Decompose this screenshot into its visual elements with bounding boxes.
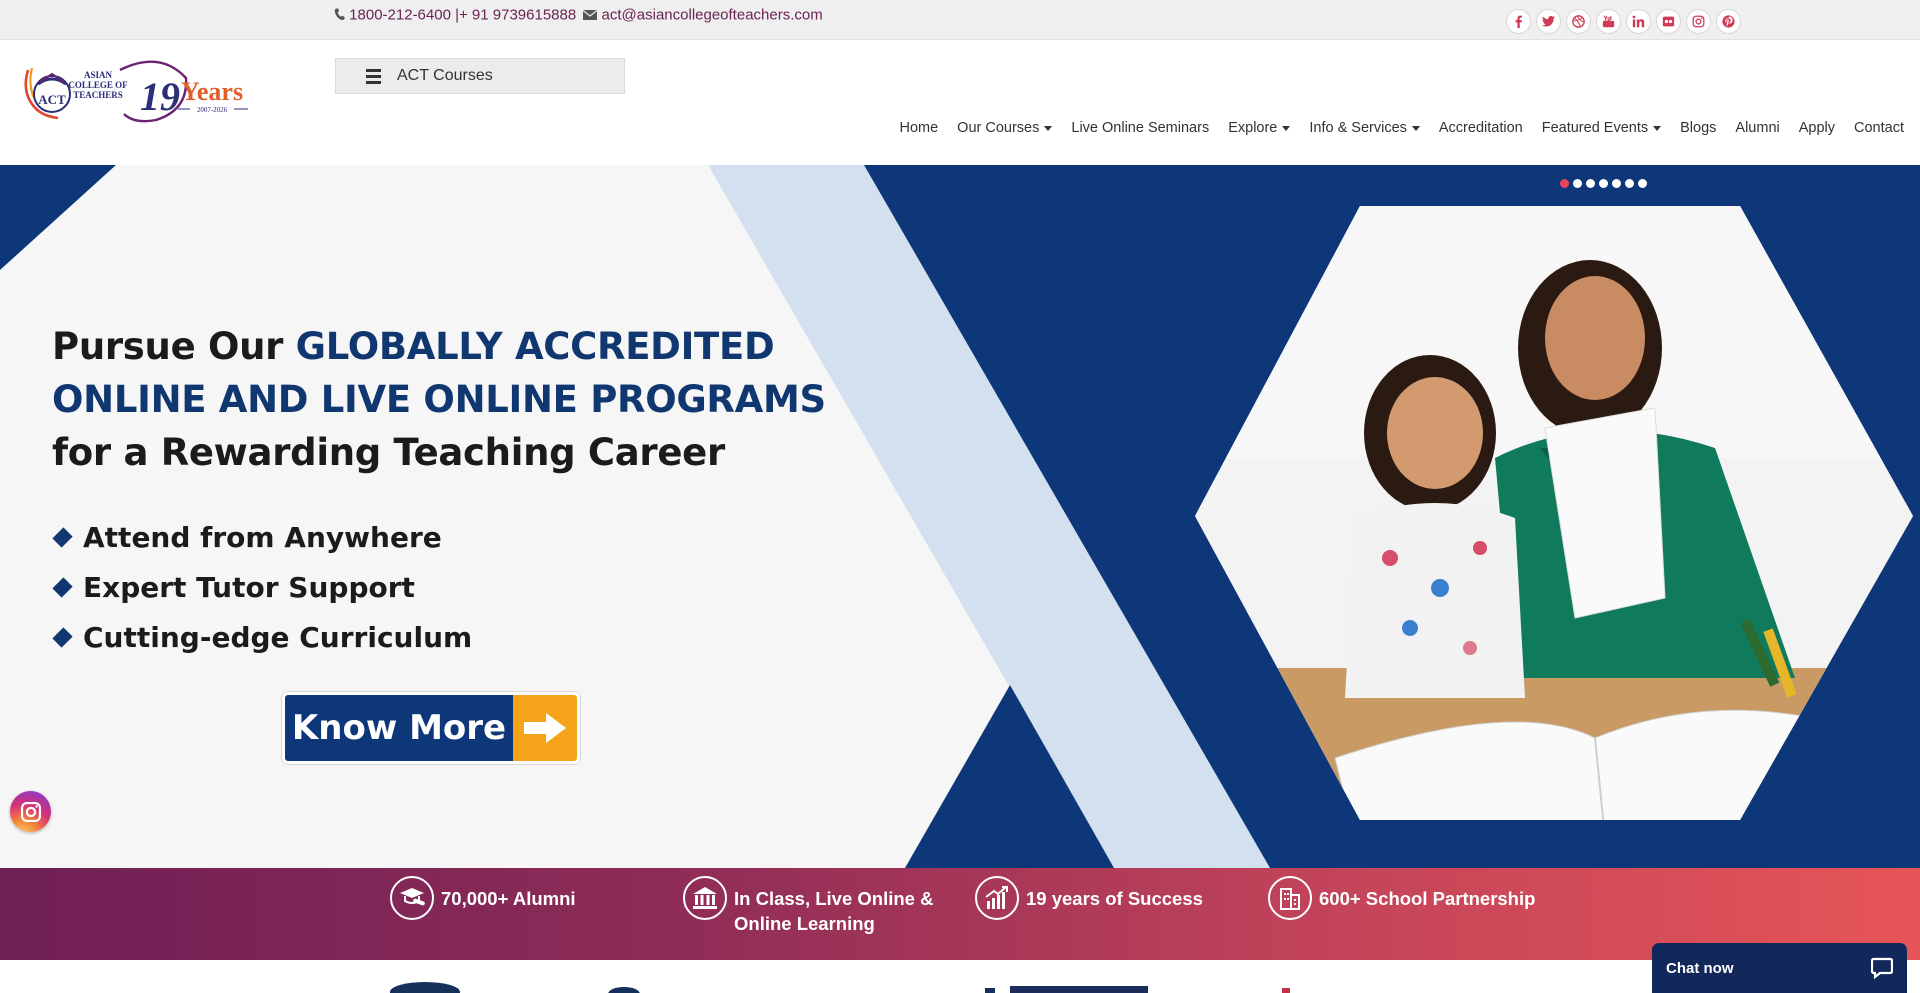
headline-highlight-2: ONLINE AND LIVE ONLINE PROGRAMS [52, 378, 826, 421]
instagram-float-icon[interactable] [10, 791, 51, 832]
caret-down-icon [1653, 125, 1662, 131]
slider-dot[interactable] [1586, 179, 1595, 188]
institution-icon [683, 876, 727, 920]
know-more-label: Know More [285, 695, 513, 761]
stat-label: 600+ School Partnership [1319, 888, 1536, 909]
nav-blogs[interactable]: Blogs [1680, 120, 1716, 136]
main-nav: Home Our Courses Live Online Seminars Ex… [899, 120, 1904, 136]
act-logo[interactable]: ACT ASIAN COLLEGE OF TEACHERS 19 Years 2… [18, 54, 258, 126]
flickr-icon[interactable] [1656, 9, 1681, 34]
phone-link[interactable]: 1800-212-6400 |+ 91 9739615888 [349, 7, 576, 24]
stat-learning-modes: In Class, Live Online & Online Learning [683, 876, 933, 936]
stat-partnerships: 600+ School Partnership [1268, 876, 1535, 920]
stat-alumni: 70,000+ Alumni [390, 876, 576, 920]
email-link[interactable]: act@asiancollegeofteachers.com [602, 7, 823, 24]
hero-slider: Pursue Our GLOBALLY ACCREDITED ONLINE AN… [0, 165, 1920, 868]
logo-line-1: ASIAN [84, 70, 113, 80]
social-links [1506, 9, 1741, 34]
linkedin-icon[interactable] [1626, 9, 1651, 34]
pinterest-icon[interactable] [1716, 9, 1741, 34]
top-contact-bar: 1800-212-6400 |+ 91 9739615888 act@asian… [0, 0, 1920, 40]
slider-dot[interactable] [1638, 179, 1647, 188]
facebook-icon[interactable] [1506, 9, 1531, 34]
arrow-right-icon [513, 695, 577, 761]
partner-logo [390, 982, 460, 993]
partner-logo [1282, 988, 1290, 993]
nav-our-courses[interactable]: Our Courses [957, 120, 1053, 136]
buildings-icon [1268, 876, 1312, 920]
logo-period: 2007-2026 [197, 106, 228, 114]
know-more-button[interactable]: Know More [282, 692, 580, 764]
nav-apply[interactable]: Apply [1799, 120, 1835, 136]
chat-bubble-icon [1871, 957, 1893, 979]
nav-featured-events[interactable]: Featured Events [1542, 120, 1662, 136]
diamond-bullet-icon [52, 626, 73, 648]
logo-emblem-text: ACT [38, 92, 66, 107]
act-courses-button[interactable]: ACT Courses [335, 58, 625, 94]
partner-logos-strip [0, 960, 1920, 993]
stats-strip: 70,000+ Alumni In Class, Live Online & On… [0, 868, 1920, 960]
menu-icon [366, 68, 381, 84]
diamond-bullet-icon [52, 576, 73, 598]
stat-label: 19 years of Success [1026, 888, 1203, 909]
feature-item: Attend from Anywhere [52, 512, 472, 562]
nav-contact[interactable]: Contact [1854, 120, 1904, 136]
diamond-bullet-icon [52, 526, 73, 548]
logo-line-3: TEACHERS [73, 90, 123, 100]
site-header: ACT ASIAN COLLEGE OF TEACHERS 19 Years 2… [0, 40, 1920, 165]
slider-dot[interactable] [1573, 179, 1582, 188]
caret-down-icon [1282, 125, 1291, 131]
hero-feature-list: Attend from Anywhere Expert Tutor Suppor… [52, 512, 472, 662]
chat-label: Chat now [1666, 959, 1734, 977]
nav-accreditation[interactable]: Accreditation [1439, 120, 1523, 136]
nav-alumni[interactable]: Alumni [1735, 120, 1779, 136]
instagram-icon[interactable] [1686, 9, 1711, 34]
caret-down-icon [1411, 125, 1420, 131]
stat-label: 70,000+ Alumni [441, 888, 576, 909]
slider-dot[interactable] [1560, 179, 1569, 188]
caret-down-icon [1044, 125, 1053, 131]
twitter-icon[interactable] [1536, 9, 1561, 34]
partner-logo [1010, 986, 1148, 993]
teacher-student-photo [1195, 206, 1913, 820]
phone-icon [334, 8, 345, 21]
feature-item: Cutting-edge Curriculum [52, 612, 472, 662]
logo-years-word: Years [181, 77, 243, 106]
partner-logo [985, 988, 995, 993]
nav-explore[interactable]: Explore [1228, 120, 1291, 136]
stat-label: In Class, Live Online & Online Learning [734, 888, 934, 934]
slider-dot[interactable] [1599, 179, 1608, 188]
logo-line-2: COLLEGE OF [68, 80, 128, 90]
slider-dot[interactable] [1612, 179, 1621, 188]
nav-home[interactable]: Home [899, 120, 938, 136]
slider-dots [1560, 179, 1647, 188]
feature-item: Expert Tutor Support [52, 562, 472, 612]
dribbble-icon[interactable] [1566, 9, 1591, 34]
envelope-icon [583, 10, 598, 20]
nav-live-online-seminars[interactable]: Live Online Seminars [1071, 120, 1209, 136]
slider-dot[interactable] [1625, 179, 1634, 188]
headline-highlight-1: GLOBALLY ACCREDITED [295, 325, 775, 368]
partner-logo [608, 987, 640, 993]
stat-years: 19 years of Success [975, 876, 1203, 920]
act-courses-label: ACT Courses [397, 67, 493, 84]
nav-info-services[interactable]: Info & Services [1309, 120, 1420, 136]
graduation-scroll-icon [390, 876, 434, 920]
chat-widget-button[interactable]: Chat now [1652, 943, 1907, 993]
hero-headline: Pursue Our GLOBALLY ACCREDITED ONLINE AN… [52, 320, 826, 479]
growth-chart-icon [975, 876, 1019, 920]
logo-years-number: 19 [140, 74, 180, 119]
headline-tail: for a Rewarding Teaching Career [52, 431, 725, 474]
youtube-icon[interactable] [1596, 9, 1621, 34]
contact-info: 1800-212-6400 |+ 91 9739615888 act@asian… [334, 6, 823, 24]
